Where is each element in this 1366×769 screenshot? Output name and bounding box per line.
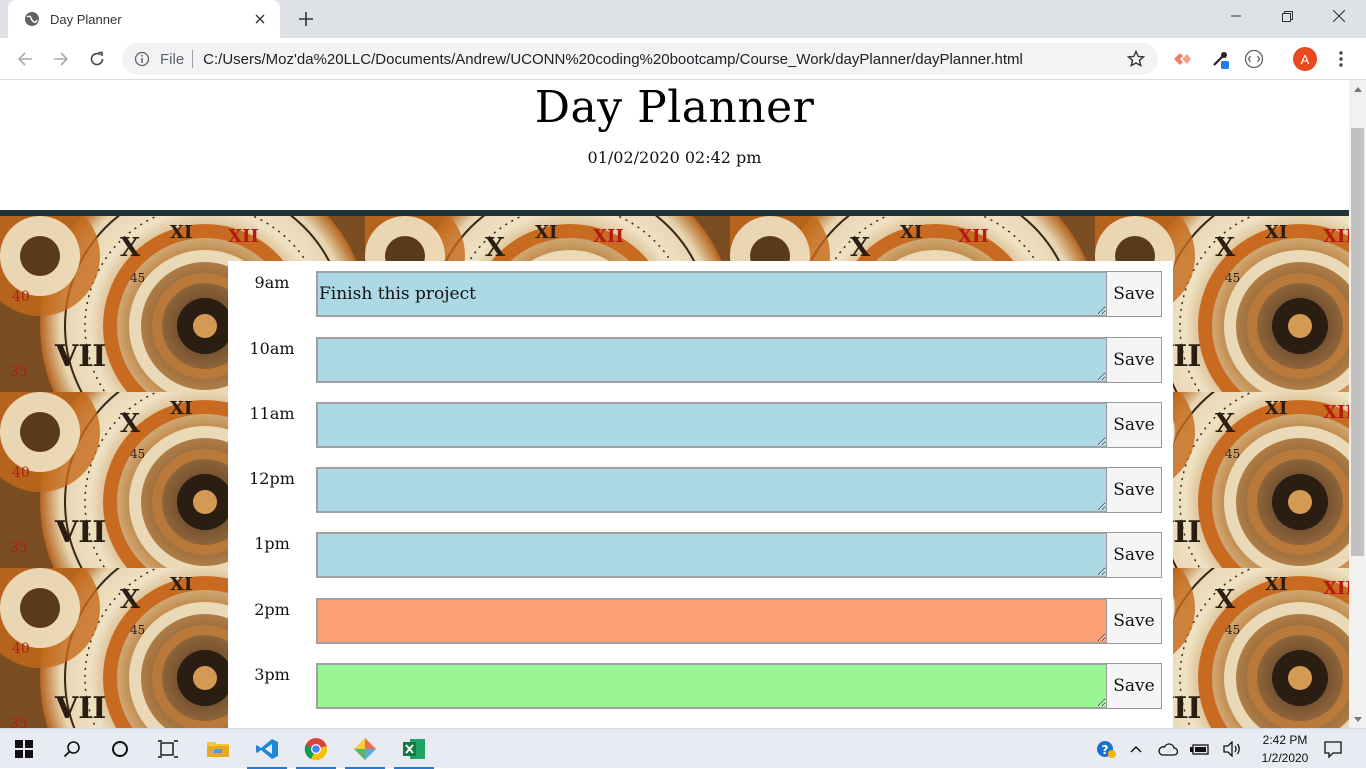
- time-block-row: 12pm Save: [228, 467, 1173, 513]
- avatar[interactable]: A: [1293, 47, 1317, 71]
- file-explorer-icon[interactable]: [194, 729, 242, 769]
- time-block-row: 3pm Save: [228, 663, 1173, 709]
- chrome-icon[interactable]: [292, 729, 340, 769]
- save-button[interactable]: Save: [1106, 532, 1162, 578]
- search-icon[interactable]: [48, 729, 96, 769]
- minimize-icon[interactable]: [1213, 0, 1259, 32]
- star-icon[interactable]: [1126, 49, 1146, 69]
- help-icon[interactable]: ?: [1094, 729, 1118, 769]
- event-description[interactable]: [316, 532, 1106, 578]
- hour-label: 12pm: [249, 469, 295, 488]
- time-block-row: 11am Save: [228, 402, 1173, 448]
- hour-label: 3pm: [254, 665, 290, 684]
- save-button[interactable]: Save: [1106, 598, 1162, 644]
- clock-date: 1/2/2020: [1261, 751, 1309, 765]
- page-scrollbar[interactable]: [1349, 80, 1366, 728]
- planner-container: 9am Finish this project Save 10am Save 1…: [228, 261, 1173, 728]
- time-block-row: 10am Save: [228, 337, 1173, 383]
- globe-icon: [24, 11, 40, 27]
- extension-circle-icon[interactable]: [1244, 49, 1264, 69]
- hour-label: 11am: [249, 404, 295, 423]
- plus-icon[interactable]: [296, 9, 316, 29]
- vscode-icon[interactable]: [243, 729, 291, 769]
- event-description[interactable]: [316, 337, 1106, 383]
- hour-label: 10am: [249, 339, 295, 358]
- save-button[interactable]: Save: [1106, 663, 1162, 709]
- event-description[interactable]: [316, 663, 1106, 709]
- window-close-icon[interactable]: [1316, 0, 1362, 32]
- git-icon[interactable]: [341, 729, 389, 769]
- event-description[interactable]: [316, 467, 1106, 513]
- save-button[interactable]: Save: [1106, 402, 1162, 448]
- task-view-icon[interactable]: [144, 729, 192, 769]
- save-button[interactable]: Save: [1106, 271, 1162, 317]
- event-description[interactable]: [316, 402, 1106, 448]
- chevron-up-icon[interactable]: [1126, 729, 1146, 769]
- info-icon[interactable]: [134, 51, 150, 67]
- url-scheme: File: [160, 50, 185, 68]
- browser-tab[interactable]: Day Planner: [8, 0, 280, 38]
- time-block-row: 2pm Save: [228, 598, 1173, 644]
- hour-label: 2pm: [254, 600, 290, 619]
- tab-strip: Day Planner: [0, 0, 1366, 38]
- close-icon[interactable]: [252, 11, 268, 27]
- menu-dots-icon[interactable]: [1331, 49, 1351, 69]
- time-block-row: 1pm Save: [228, 532, 1173, 578]
- battery-icon[interactable]: [1188, 729, 1212, 769]
- address-bar[interactable]: File C:/Users/Moz'da%20LLC/Documents/And…: [122, 43, 1158, 75]
- taskbar: ? 2:42 PM 1/2/2020: [0, 728, 1366, 769]
- scroll-down-icon[interactable]: [1349, 711, 1366, 728]
- svg-text:?: ?: [1102, 743, 1109, 757]
- save-button[interactable]: Save: [1106, 467, 1162, 513]
- page-title: Day Planner: [534, 82, 815, 133]
- windows-start-icon[interactable]: [0, 729, 48, 769]
- hour-label: 9am: [254, 273, 290, 292]
- restore-icon[interactable]: [1264, 0, 1310, 32]
- header: Day Planner 01/02/2020 02:42 pm: [0, 80, 1349, 210]
- forward-icon[interactable]: [49, 47, 73, 71]
- scrollbar-thumb[interactable]: [1351, 128, 1364, 556]
- scroll-up-icon[interactable]: [1349, 80, 1366, 97]
- eyedropper-icon[interactable]: [1210, 49, 1230, 69]
- hour-label: 1pm: [254, 534, 290, 553]
- extension-icon[interactable]: [1172, 49, 1192, 69]
- url-separator: [192, 50, 194, 68]
- tab-title: Day Planner: [50, 11, 122, 27]
- time-block-row: 9am Finish this project Save: [228, 271, 1173, 317]
- event-description[interactable]: [316, 598, 1106, 644]
- notification-icon[interactable]: [1320, 729, 1346, 769]
- event-description[interactable]: Finish this project: [316, 271, 1106, 317]
- save-button[interactable]: Save: [1106, 337, 1162, 383]
- cortana-icon[interactable]: [96, 729, 144, 769]
- system-clock[interactable]: 2:42 PM 1/2/2020: [1250, 731, 1320, 767]
- reload-icon[interactable]: [85, 47, 109, 71]
- back-icon[interactable]: [13, 47, 37, 71]
- onedrive-icon[interactable]: [1156, 729, 1180, 769]
- url-text[interactable]: C:/Users/Moz'da%20LLC/Documents/Andrew/U…: [203, 51, 1126, 68]
- browser-toolbar: File C:/Users/Moz'da%20LLC/Documents/And…: [0, 38, 1366, 80]
- current-date: 01/02/2020 02:42 pm: [587, 148, 762, 167]
- volume-icon[interactable]: [1220, 729, 1244, 769]
- page-viewport: Day Planner 01/02/2020 02:42 pm 9am Fini…: [0, 80, 1349, 728]
- clock-time: 2:42 PM: [1262, 733, 1308, 747]
- excel-icon[interactable]: [390, 729, 438, 769]
